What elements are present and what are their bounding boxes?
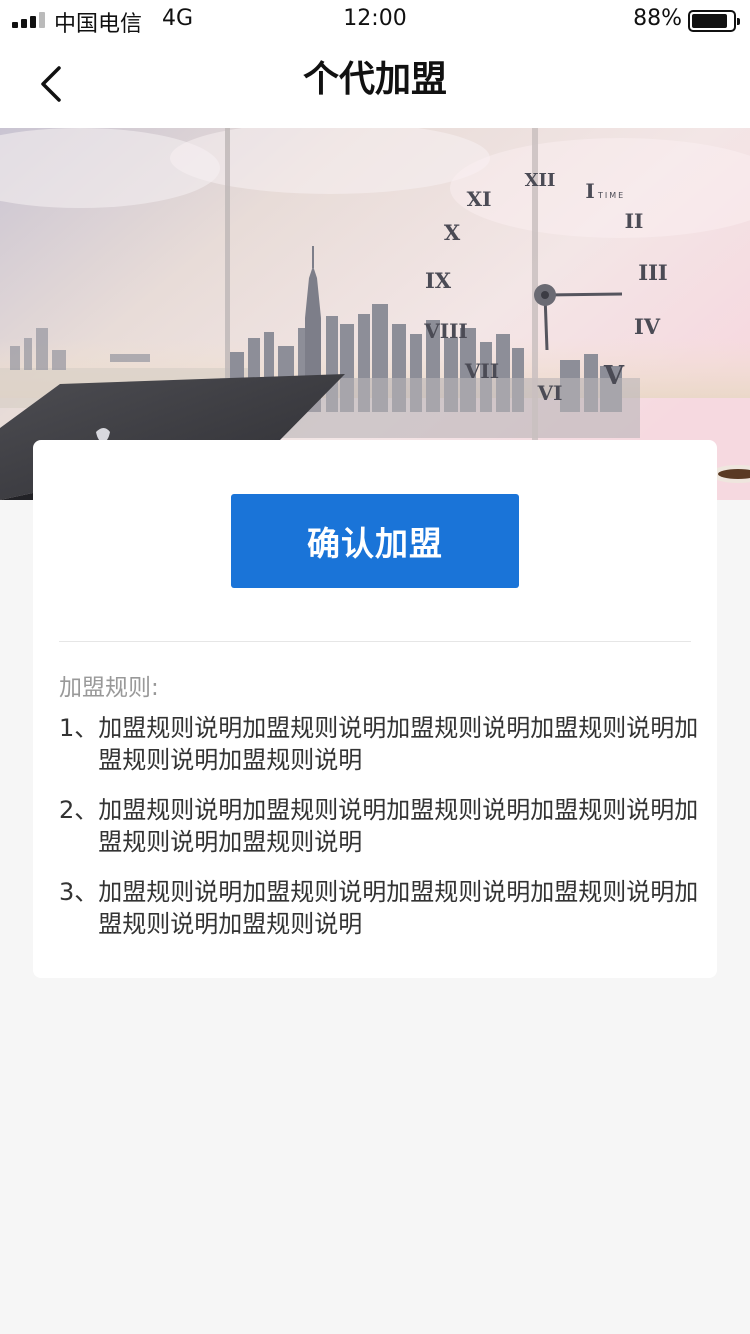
divider — [59, 641, 691, 642]
clock-numeral: XI — [467, 187, 492, 211]
clock-numeral: III — [638, 260, 667, 285]
clock-numeral: IX — [425, 268, 452, 293]
nav-bar: 个代加盟 — [0, 40, 750, 128]
rule-text: 加盟规则说明加盟规则说明加盟规则说明加盟规则说明加盟规则说明加盟规则说明 — [98, 714, 699, 774]
battery-icon — [688, 10, 740, 32]
battery-level — [692, 14, 728, 28]
rules-heading: 加盟规则: — [59, 675, 159, 701]
clock-numeral: IV — [634, 314, 661, 339]
clock-numeral: VII — [464, 359, 499, 383]
screen: 中国电信 4G 12:00 88% 个代加盟 XII I II III IV V… — [0, 0, 750, 1334]
join-card: 确认加盟 加盟规则: 1、 加盟规则说明加盟规则说明加盟规则说明加盟规则说明加盟… — [33, 440, 717, 978]
rule-number: 1、 — [59, 714, 99, 742]
clock-numeral: I — [585, 179, 594, 203]
clock-numeral: X — [444, 220, 461, 245]
clock-numeral: II — [625, 209, 644, 233]
rule-item: 3、 加盟规则说明加盟规则说明加盟规则说明加盟规则说明加盟规则说明加盟规则说明 — [59, 876, 707, 940]
page-title: 个代加盟 — [302, 59, 447, 100]
clock-numeral: V — [603, 361, 625, 391]
confirm-join-button[interactable]: 确认加盟 — [231, 494, 519, 588]
back-button[interactable] — [26, 60, 74, 108]
clock-numeral: VI — [537, 381, 563, 405]
battery-percent: 88% — [633, 6, 682, 31]
rule-number: 3、 — [59, 878, 99, 906]
rule-text: 加盟规则说明加盟规则说明加盟规则说明加盟规则说明加盟规则说明加盟规则说明 — [98, 796, 699, 856]
rule-number: 2、 — [59, 796, 99, 824]
rule-item: 1、 加盟规则说明加盟规则说明加盟规则说明加盟规则说明加盟规则说明加盟规则说明 — [59, 712, 707, 776]
status-bar: 中国电信 4G 12:00 88% — [0, 0, 750, 40]
clock-numeral: XII — [525, 170, 556, 191]
rule-text: 加盟规则说明加盟规则说明加盟规则说明加盟规则说明加盟规则说明加盟规则说明 — [98, 878, 699, 938]
rules-list: 1、 加盟规则说明加盟规则说明加盟规则说明加盟规则说明加盟规则说明加盟规则说明 … — [59, 712, 707, 958]
rule-item: 2、 加盟规则说明加盟规则说明加盟规则说明加盟规则说明加盟规则说明加盟规则说明 — [59, 794, 707, 858]
chevron-left-icon — [41, 66, 61, 102]
clock-numeral: VIII — [423, 319, 468, 343]
clock-time-text: TIME — [597, 191, 625, 200]
